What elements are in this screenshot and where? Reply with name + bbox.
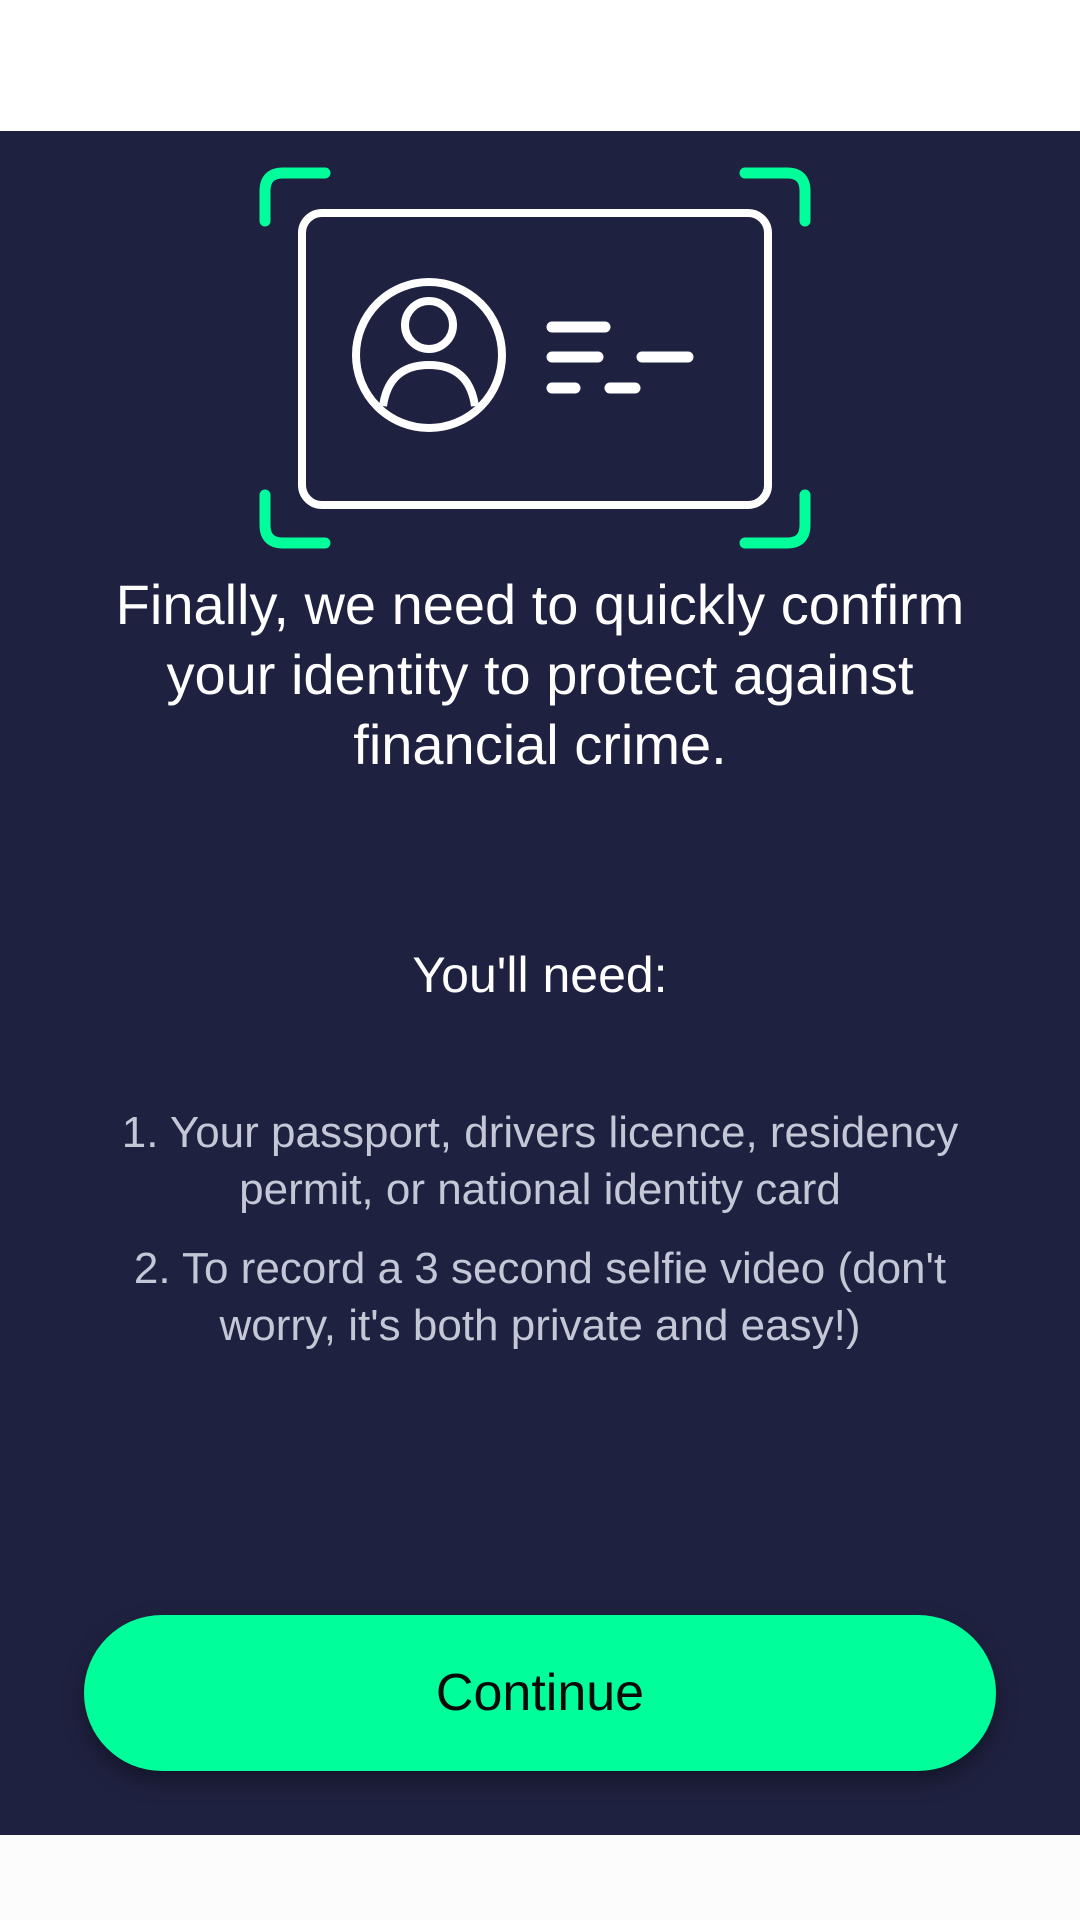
- continue-button[interactable]: Continue: [84, 1615, 996, 1771]
- requirement-item-selfie-video: 2. To record a 3 second selfie video (do…: [133, 1244, 947, 1350]
- avatar-icon: [352, 278, 506, 432]
- requirement-item-id-document: 1. Your passport, drivers licence, resid…: [121, 1108, 959, 1214]
- bottom-nav-area: [0, 1835, 1080, 1920]
- id-card-outline: [298, 209, 772, 509]
- scan-frame-corners: [259, 167, 811, 549]
- card-text-lines-icon: [546, 321, 694, 394]
- page-title: Finally, we need to quickly confirm your…: [115, 573, 965, 776]
- id-card-scan-icon: [259, 167, 811, 549]
- status-bar-area: [0, 0, 1080, 131]
- requirements-heading: You'll need:: [412, 947, 668, 1003]
- requirements-list: 1. Your passport, drivers licence, resid…: [70, 1104, 1010, 1376]
